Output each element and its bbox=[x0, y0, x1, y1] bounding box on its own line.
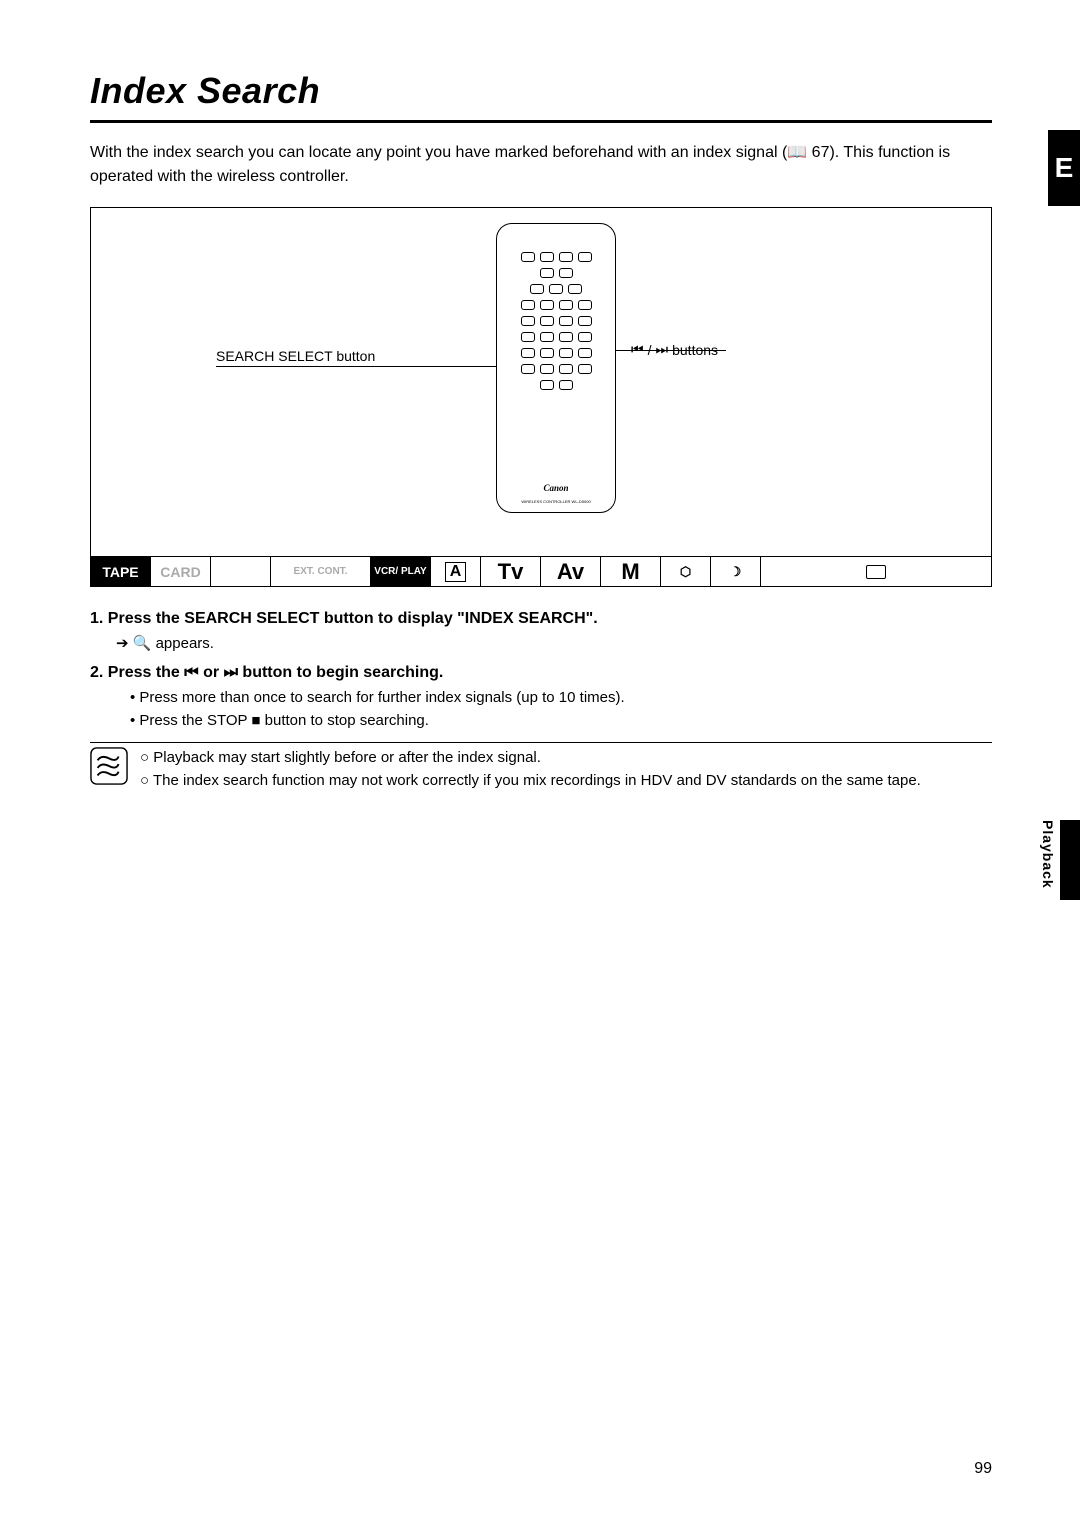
notes-separator bbox=[90, 742, 992, 743]
mode-tape: TAPE bbox=[91, 557, 151, 586]
language-tab-e: E bbox=[1048, 130, 1080, 206]
skip-buttons-text: buttons bbox=[672, 342, 718, 358]
notes-icon bbox=[90, 747, 128, 785]
mode-rect-icon bbox=[761, 557, 991, 586]
next-track-icon: ⏭ bbox=[656, 341, 669, 358]
remote-outline: Canon WIRELESS CONTROLLER WL-D5000 bbox=[496, 223, 616, 513]
search-select-label: SEARCH SELECT button bbox=[216, 348, 375, 364]
remote-model: WIRELESS CONTROLLER WL-D5000 bbox=[521, 499, 590, 504]
prev-track-icon: ⏮ bbox=[184, 664, 198, 681]
mode-night-icon: ☽ bbox=[711, 557, 761, 586]
mode-m: M bbox=[601, 557, 661, 586]
mode-av: Av bbox=[541, 557, 601, 586]
note-1: ○ Playback may start slightly before or … bbox=[140, 747, 921, 770]
slash-separator: / bbox=[648, 342, 652, 358]
skip-buttons-label: ⏮ / ⏭ buttons bbox=[631, 341, 718, 358]
side-tab bbox=[1060, 820, 1080, 900]
prev-track-icon: ⏮ bbox=[631, 341, 644, 358]
mode-card: CARD bbox=[151, 557, 211, 586]
remote-buttons: Canon WIRELESS CONTROLLER WL-D5000 bbox=[505, 232, 607, 504]
intro-text: With the index search you can locate any… bbox=[90, 141, 992, 189]
mode-row: TAPE CARD EXT. CONT. VCR/ PLAY A Tv Av M… bbox=[91, 556, 991, 586]
mode-a: A bbox=[431, 557, 481, 586]
mode-ext: EXT. CONT. bbox=[271, 557, 371, 586]
notes: ○ Playback may start slightly before or … bbox=[90, 747, 992, 792]
remote-brand: Canon bbox=[543, 483, 568, 493]
page-title: Index Search bbox=[90, 70, 992, 112]
side-label: Playback bbox=[1040, 820, 1056, 889]
step-2-bullet-2: • Press the STOP ■ button to stop search… bbox=[90, 709, 992, 732]
step-2-bullet-1: • Press more than once to search for fur… bbox=[90, 686, 992, 709]
page-number: 99 bbox=[974, 1460, 992, 1478]
step-1: 1. Press the SEARCH SELECT button to dis… bbox=[90, 607, 992, 632]
mode-tv: Tv bbox=[481, 557, 541, 586]
leader-line-left bbox=[216, 366, 496, 367]
step-1-sub: ➔ 🔍 appears. bbox=[90, 632, 992, 655]
mode-vcr: VCR/ PLAY bbox=[371, 557, 431, 586]
next-track-icon: ⏭ bbox=[224, 664, 238, 681]
remote-figure: SEARCH SELECT button ⏮ / ⏭ buttons Canon… bbox=[90, 207, 992, 587]
steps: 1. Press the SEARCH SELECT button to dis… bbox=[90, 607, 992, 732]
step-2: 2. Press the ⏮ or ⏭ button to begin sear… bbox=[90, 661, 992, 686]
note-2: ○ The index search function may not work… bbox=[140, 770, 921, 793]
title-rule bbox=[90, 120, 992, 123]
mode-spotlight-icon: ⬡ bbox=[661, 557, 711, 586]
